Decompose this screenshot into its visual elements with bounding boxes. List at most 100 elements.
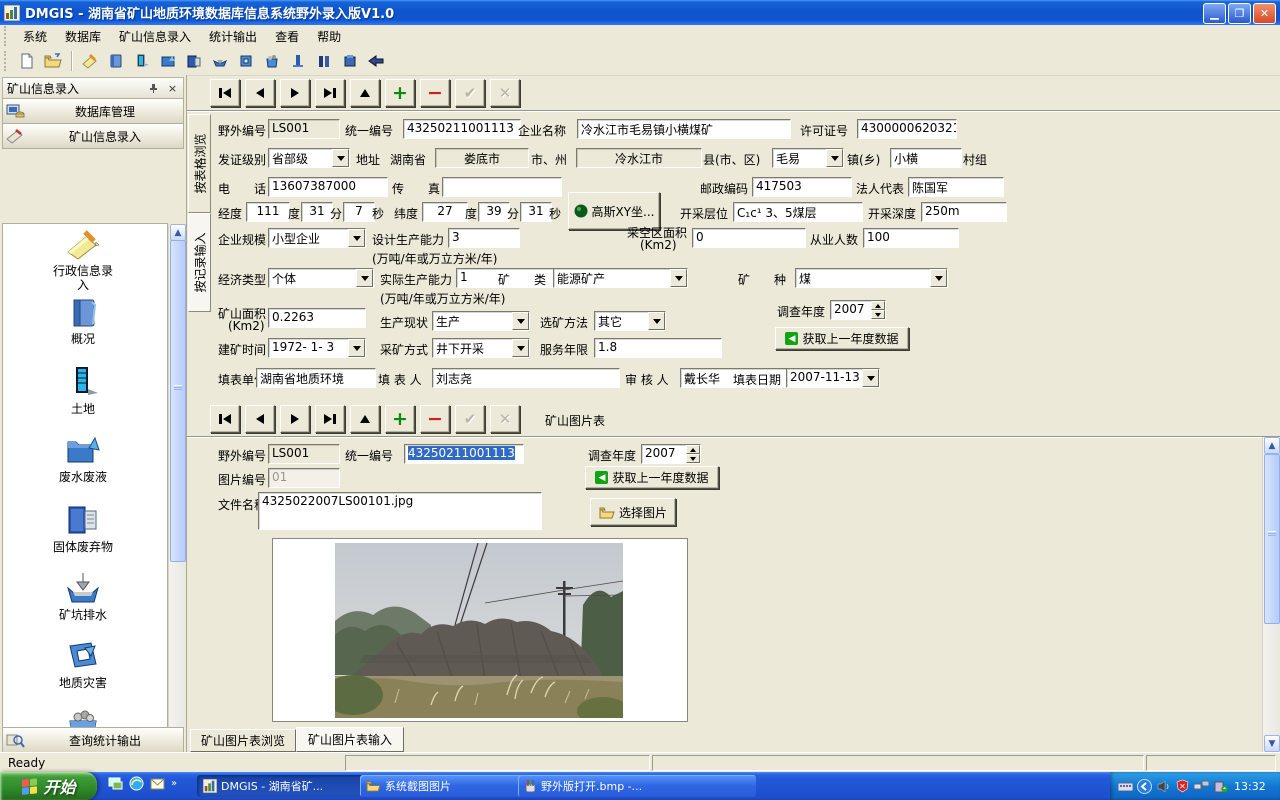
show-desktop-icon[interactable] — [108, 776, 123, 791]
mine-area-input[interactable]: 0.2263 — [268, 308, 366, 328]
language-icon[interactable] — [1137, 779, 1152, 794]
menu-mine-info-entry[interactable]: 矿山信息录入 — [110, 25, 200, 48]
menu-view[interactable]: 查看 — [266, 25, 308, 48]
taskbar-task-dmgis[interactable]: DMGIS - 湖南省矿... — [197, 775, 365, 797]
mineral-kind-select[interactable]: 煤 — [795, 268, 948, 288]
volume-icon[interactable] — [1156, 779, 1171, 794]
county-select[interactable]: 毛易 — [772, 148, 844, 168]
unified-no-input[interactable]: 43250211001113 — [403, 119, 521, 139]
goaf-area-input[interactable]: 0 — [692, 228, 806, 248]
solid-waste-icon[interactable] — [183, 50, 205, 72]
chevron-down-icon[interactable] — [862, 369, 879, 387]
enterprise-scale-select[interactable]: 小型企业 — [268, 228, 366, 248]
chevron-down-icon[interactable] — [356, 269, 373, 287]
nav2-insert-button[interactable]: + — [385, 405, 415, 433]
exit-icon[interactable] — [365, 50, 387, 72]
license-input[interactable]: 4300000620321 — [857, 119, 957, 139]
longitude-sec-input[interactable]: 7 — [343, 202, 375, 222]
design-capacity-input[interactable]: 3 — [448, 228, 520, 248]
network-icon[interactable] — [1194, 779, 1209, 794]
fax-input[interactable] — [442, 177, 562, 197]
city-input[interactable]: 娄底市 — [435, 148, 529, 168]
sidebar-item-overview[interactable]: 概况 — [3, 296, 163, 346]
build-time-select[interactable]: 1972- 1- 3 — [268, 338, 366, 358]
land-survey-icon[interactable] — [261, 50, 283, 72]
pic-survey-year-spinner[interactable]: 2007 — [641, 444, 701, 464]
sidebar-item-admin-entry[interactable]: 行政信息录入 — [3, 228, 163, 292]
fill-date-select[interactable]: 2007-11-13 — [786, 368, 880, 388]
archive-icon[interactable] — [339, 50, 361, 72]
menu-database[interactable]: 数据库 — [56, 25, 110, 48]
tab-picture-table-browse[interactable]: 矿山图片表浏览 — [190, 729, 296, 752]
mail-icon[interactable] — [150, 776, 165, 791]
menu-stat-output[interactable]: 统计输出 — [200, 25, 266, 48]
fill-unit-input[interactable]: 湖南省地质环境 — [256, 368, 376, 388]
new-document-icon[interactable] — [16, 50, 38, 72]
fill-person-input[interactable]: 刘志尧 — [432, 368, 620, 388]
minimize-button[interactable]: ▁ — [1203, 3, 1226, 24]
get-prev-year-button-1[interactable]: ◀ 获取上一年度数据 — [775, 327, 909, 350]
ie-icon[interactable] — [129, 776, 144, 791]
nav2-prior-button[interactable] — [245, 405, 275, 433]
chevron-down-icon[interactable] — [670, 269, 687, 287]
latitude-sec-input[interactable]: 31 — [520, 202, 552, 222]
nav-post-button[interactable]: ✔ — [455, 79, 485, 107]
title-bar[interactable]: DMGIS - 湖南省矿山地质环境数据库信息系统野外录入版V1.0 ▁ ❐ ✕ — [0, 0, 1280, 25]
phone-input[interactable]: 13607387000 — [268, 177, 388, 197]
nav-delete-button[interactable]: − — [420, 79, 450, 107]
wastewater-icon[interactable] — [157, 50, 179, 72]
admin-entry-icon[interactable] — [79, 50, 101, 72]
taskbar-task-folder[interactable]: 系统截图图片 — [360, 775, 522, 797]
nav-insert-button[interactable]: + — [385, 79, 415, 107]
clock[interactable]: 13:32 — [1234, 780, 1266, 793]
security-shield-icon[interactable]: ✕ — [1175, 779, 1190, 794]
sidebar-group-database[interactable]: 数据库管理 — [2, 98, 184, 124]
building-icon[interactable] — [313, 50, 335, 72]
mining-layer-input[interactable]: C₁c¹ 3、5煤层 — [733, 202, 863, 222]
spin-up-icon[interactable] — [686, 445, 700, 454]
nav2-last-button[interactable] — [315, 405, 345, 433]
sidebar-scrollbar[interactable]: ▲ ▼ — [168, 224, 185, 800]
chevron-down-icon[interactable] — [348, 339, 365, 357]
nav2-first-button[interactable] — [210, 405, 240, 433]
company-input[interactable]: 冷水江市毛易镇小横煤矿 — [577, 119, 791, 139]
pit-drainage-icon[interactable] — [209, 50, 231, 72]
restore-button[interactable]: ❐ — [1228, 3, 1251, 24]
chevron-down-icon[interactable] — [512, 339, 529, 357]
mining-depth-input[interactable]: 250m — [921, 202, 1007, 222]
nav2-cancel-button[interactable]: ✕ — [490, 405, 520, 433]
pic-no-input[interactable]: 01 — [268, 468, 340, 488]
sidebar-item-wastewater[interactable]: 废水废液 — [3, 432, 163, 484]
tab-entry-by-record[interactable]: 按记录输入 — [188, 213, 211, 312]
column-icon[interactable] — [287, 50, 309, 72]
employees-input[interactable]: 100 — [863, 228, 959, 248]
close-button[interactable]: ✕ — [1253, 3, 1276, 24]
nav-first-button[interactable] — [210, 79, 240, 107]
postcode-input[interactable]: 417503 — [752, 177, 852, 197]
picture-section-scrollbar[interactable]: ▲ ▼ — [1262, 437, 1279, 752]
pic-field-no-input[interactable]: LS001 — [268, 444, 340, 464]
menu-help[interactable]: 帮助 — [308, 25, 350, 48]
scroll-up-icon[interactable]: ▲ — [1264, 437, 1280, 454]
tab-browse-by-table[interactable]: 按表格浏览 — [188, 114, 211, 213]
scroll-down-icon[interactable]: ▼ — [1264, 735, 1280, 752]
sidebar-group-mine-entry[interactable]: 矿山信息录入 — [2, 123, 184, 149]
production-status-select[interactable]: 生产 — [432, 311, 530, 331]
legal-rep-input[interactable]: 陈国军 — [908, 177, 1004, 197]
sidebar-item-pit-drainage[interactable]: 矿坑排水 — [3, 570, 163, 622]
mineral-class-select[interactable]: 能源矿产 — [553, 268, 688, 288]
pic-unified-no-input[interactable]: 43250211001113 — [404, 444, 524, 464]
nav-edit-button[interactable] — [350, 79, 380, 107]
geo-hazard-icon[interactable] — [235, 50, 257, 72]
nav-next-button[interactable] — [280, 79, 310, 107]
choose-picture-button[interactable]: 选择图片 — [590, 498, 676, 526]
scrollbar-thumb[interactable] — [1264, 454, 1280, 624]
nav2-next-button[interactable] — [280, 405, 310, 433]
chevron-down-icon[interactable] — [348, 229, 365, 247]
tab-picture-table-entry[interactable]: 矿山图片表输入 — [296, 727, 404, 752]
latitude-min-input[interactable]: 39 — [478, 202, 510, 222]
prefecture-input[interactable]: 冷水江市 — [576, 148, 702, 168]
pin-icon[interactable] — [145, 80, 162, 96]
chevron-down-icon[interactable] — [826, 149, 843, 167]
safely-remove-icon[interactable] — [1213, 779, 1228, 794]
